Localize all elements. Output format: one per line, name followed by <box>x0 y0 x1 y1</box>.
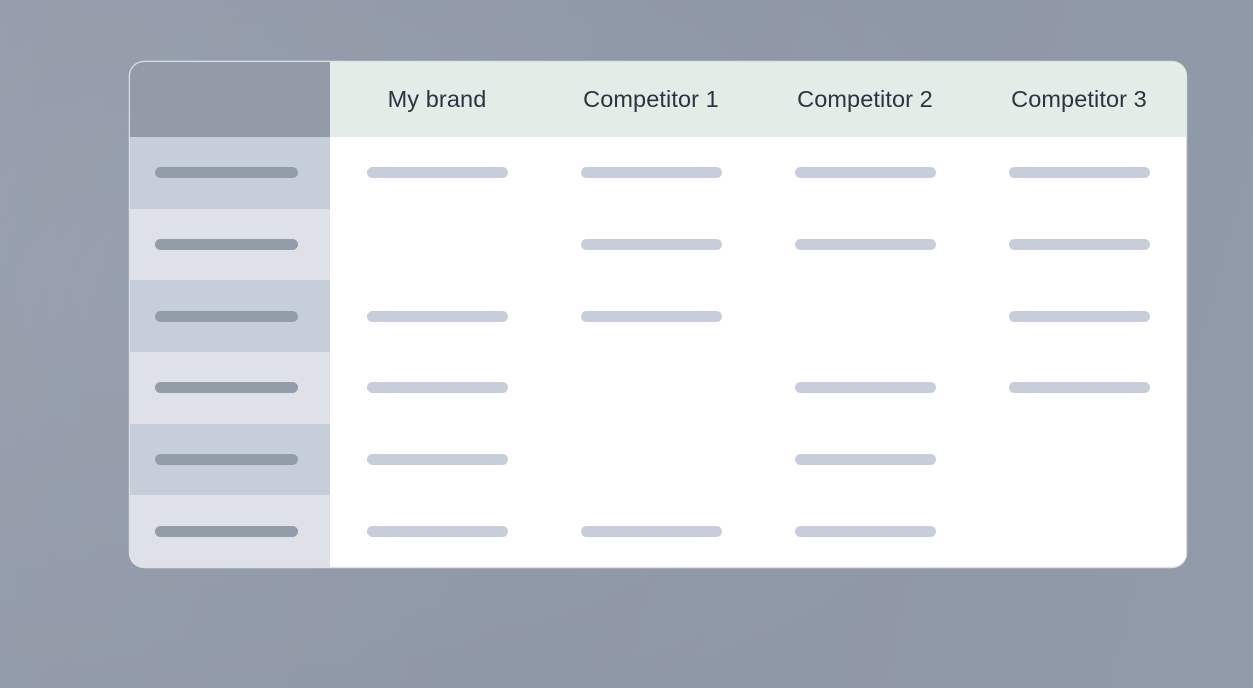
table-cell[interactable] <box>758 280 972 352</box>
table-cell[interactable] <box>544 424 758 496</box>
table-cell[interactable] <box>972 280 1186 352</box>
table-cell[interactable] <box>330 280 544 352</box>
table-row <box>330 280 1186 352</box>
cell-placeholder-bar <box>366 310 508 322</box>
cell-placeholder-bar <box>580 167 722 179</box>
table-cell[interactable] <box>330 352 544 424</box>
table-cell[interactable] <box>972 495 1186 567</box>
table-cell[interactable] <box>330 424 544 496</box>
row-label-placeholder-bar <box>155 239 298 250</box>
table-cell[interactable] <box>544 209 758 281</box>
table-row <box>330 352 1186 424</box>
row-label-cell[interactable] <box>130 495 330 567</box>
table-body <box>130 137 1186 567</box>
table-cell[interactable] <box>330 495 544 567</box>
data-column-group <box>330 137 1186 567</box>
row-label-cell[interactable] <box>130 208 330 281</box>
row-label-cell[interactable] <box>130 423 330 496</box>
table-cell[interactable] <box>544 495 758 567</box>
table-row <box>330 209 1186 281</box>
row-label-column <box>130 137 330 567</box>
comparison-table-card: My brand Competitor 1 Competitor 2 Compe… <box>130 62 1186 567</box>
cell-placeholder-bar <box>580 239 722 250</box>
row-label-cell[interactable] <box>130 280 330 353</box>
table-cell[interactable] <box>758 495 972 567</box>
cell-placeholder-bar <box>580 525 722 537</box>
cell-placeholder-bar <box>1008 382 1150 394</box>
table-cell[interactable] <box>972 209 1186 281</box>
table-cell[interactable] <box>758 352 972 424</box>
cell-placeholder-bar <box>366 525 508 537</box>
cell-placeholder-bar <box>794 167 936 179</box>
table-row <box>330 424 1186 496</box>
row-label-placeholder-bar <box>155 382 298 394</box>
row-label-placeholder-bar <box>155 454 298 466</box>
row-label-cell[interactable] <box>130 137 330 209</box>
column-header-competitor-2[interactable]: Competitor 2 <box>758 62 972 137</box>
row-label-placeholder-bar <box>155 167 298 179</box>
row-label-cell[interactable] <box>130 352 330 424</box>
table-cell[interactable] <box>972 352 1186 424</box>
cell-placeholder-bar <box>1008 167 1150 179</box>
cell-placeholder-bar <box>366 454 508 466</box>
cell-placeholder-bar <box>1008 310 1150 322</box>
cell-placeholder-bar <box>580 310 722 322</box>
table-cell[interactable] <box>544 352 758 424</box>
table-header-row: My brand Competitor 1 Competitor 2 Compe… <box>130 62 1186 137</box>
table-header-corner-cell <box>130 62 330 137</box>
table-cell[interactable] <box>544 280 758 352</box>
table-cell[interactable] <box>330 137 544 209</box>
row-label-placeholder-bar <box>155 525 298 537</box>
cell-placeholder-bar <box>794 525 936 537</box>
table-row <box>330 137 1186 209</box>
cell-placeholder-bar <box>794 454 936 466</box>
table-cell[interactable] <box>758 209 972 281</box>
cell-placeholder-bar <box>1008 239 1150 250</box>
table-cell[interactable] <box>758 137 972 209</box>
cell-placeholder-bar <box>366 167 508 179</box>
table-cell[interactable] <box>972 424 1186 496</box>
cell-placeholder-bar <box>794 239 936 250</box>
row-label-placeholder-bar <box>155 310 298 322</box>
column-header-my-brand[interactable]: My brand <box>330 62 544 137</box>
table-cell[interactable] <box>758 424 972 496</box>
table-row <box>330 495 1186 567</box>
table-cell[interactable] <box>972 137 1186 209</box>
cell-placeholder-bar <box>366 382 508 394</box>
column-header-competitor-1[interactable]: Competitor 1 <box>544 62 758 137</box>
column-header-competitor-3[interactable]: Competitor 3 <box>972 62 1186 137</box>
cell-placeholder-bar <box>794 382 936 394</box>
page-background: My brand Competitor 1 Competitor 2 Compe… <box>0 0 1253 688</box>
table-cell[interactable] <box>544 137 758 209</box>
table-cell[interactable] <box>330 209 544 281</box>
